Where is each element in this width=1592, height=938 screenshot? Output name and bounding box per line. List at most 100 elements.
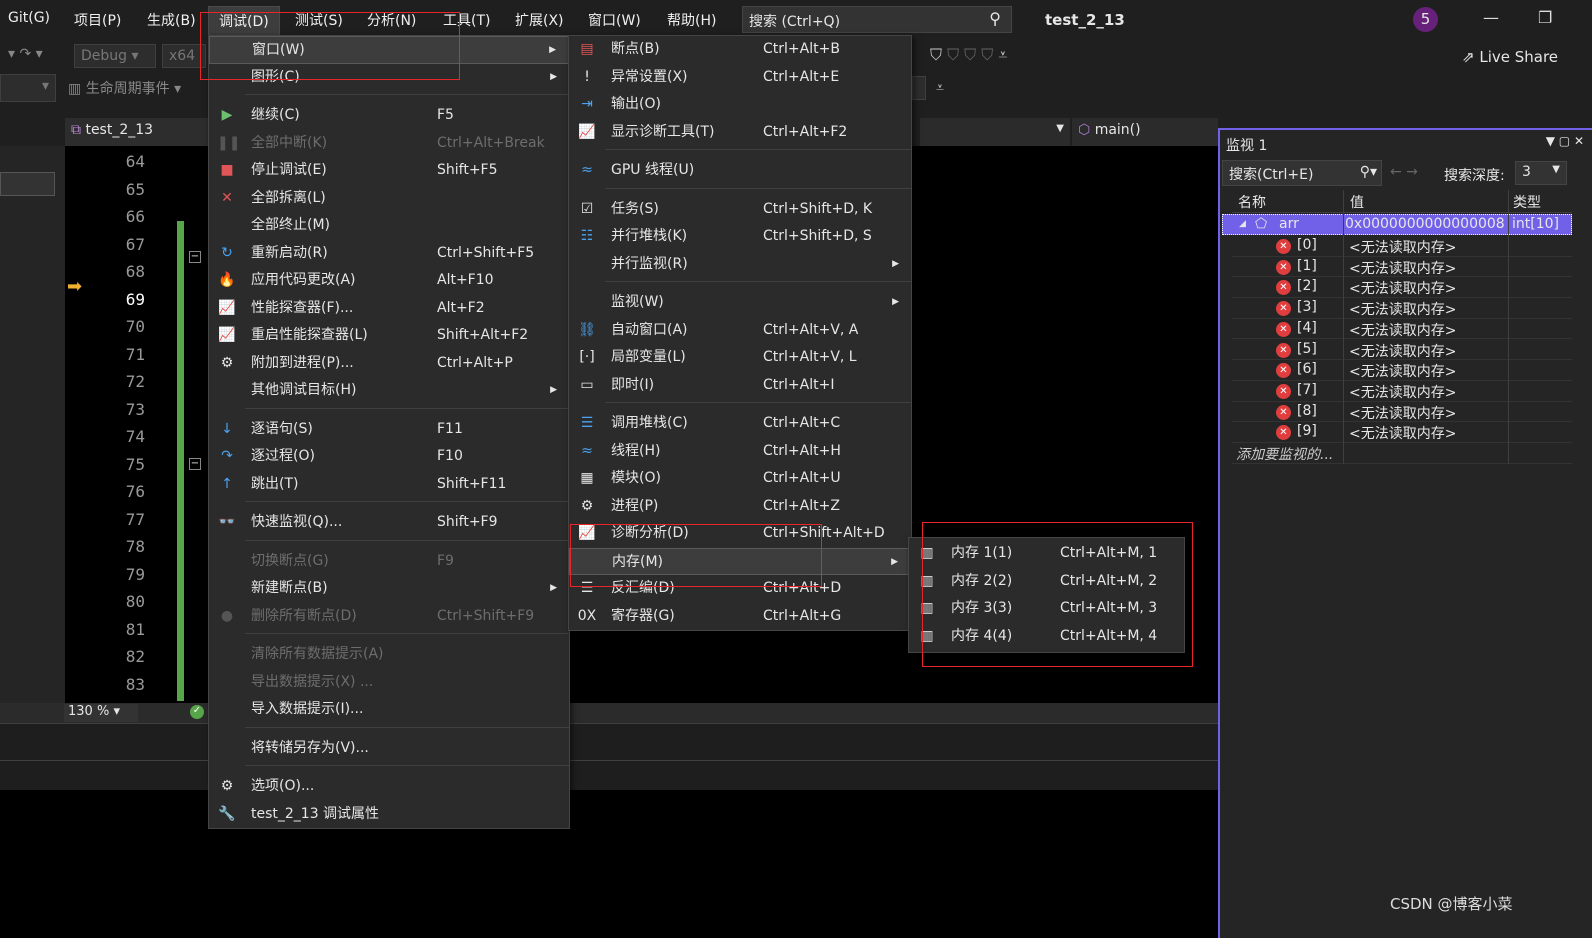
zoom-dropdown[interactable]: 130 % ▾ — [64, 704, 138, 722]
menu-extensions[interactable]: 扩展(X) — [515, 10, 564, 30]
menu-item[interactable]: ▶ 继续(C) F5 — [209, 102, 569, 130]
watch-row-arr[interactable]: ◢ ⬠ arr 0x0000000000000008 {... int[10] — [1222, 214, 1572, 235]
menu-help[interactable]: 帮助(H) — [667, 10, 716, 30]
menu-item[interactable]: 并行监视(R) ▶ — [569, 251, 911, 279]
menu-item[interactable]: 📈 重启性能探查器(L) Shift+Alt+F2 — [209, 322, 569, 350]
menu-item[interactable]: 🔥 应用代码更改(A) Alt+F10 — [209, 267, 569, 295]
menu-item[interactable]: ■ 停止调试(E) Shift+F5 — [209, 157, 569, 185]
menu-item[interactable]: 图形(C) ▶ — [209, 64, 569, 92]
menu-analyze[interactable]: 分析(N) — [367, 10, 416, 30]
menu-build[interactable]: 生成(B) — [147, 10, 196, 30]
menu-item[interactable]: ↓ 逐语句(S) F11 — [209, 416, 569, 444]
bookmark-icons[interactable]: ⛉ ⛉ ⛉ ⛉ ⩡ — [930, 45, 1007, 65]
menu-item[interactable]: ☰ 调用堆栈(C) Ctrl+Alt+C — [569, 410, 911, 438]
menu-item[interactable]: 导入数据提示(I)... — [209, 696, 569, 724]
watch-row[interactable]: ✕ [1] <无法读取内存> — [1232, 257, 1572, 278]
left-input[interactable] — [0, 172, 55, 196]
minimize-button[interactable]: — — [1483, 8, 1499, 27]
live-share-button[interactable]: ⇗ Live Share — [1462, 48, 1558, 66]
menu-item[interactable]: ↑ 跳出(T) Shift+F11 — [209, 471, 569, 499]
platform-dropdown[interactable]: x64 — [162, 44, 206, 68]
scope-selector[interactable]: ▼ — [920, 118, 1070, 146]
notification-badge[interactable]: 5 — [1413, 7, 1438, 32]
menu-item[interactable]: ▦ 模块(O) Ctrl+Alt+U — [569, 465, 911, 493]
thread-dropdown[interactable] — [912, 76, 926, 100]
menu-item[interactable]: ⚙ 选项(O)... — [209, 773, 569, 801]
menu-item[interactable]: 👓 快速监视(Q)... Shift+F9 — [209, 509, 569, 537]
tab-test-2-13[interactable]: ⧉ test_2_13 — [65, 118, 211, 146]
watch-row[interactable]: ✕ [7] <无法读取内存> — [1232, 381, 1572, 402]
nav-arrows-icon[interactable]: ← → — [1390, 164, 1418, 180]
collapse-icon[interactable]: − — [189, 251, 201, 263]
menu-item[interactable]: ↻ 重新启动(R) Ctrl+Shift+F5 — [209, 240, 569, 268]
col-type[interactable]: 类型 — [1509, 192, 1569, 212]
lifecycle-events[interactable]: ▥ 生命周期事件 ▾ — [68, 78, 181, 98]
search-box[interactable]: 搜索 (Ctrl+Q) ⚲ — [742, 6, 1012, 33]
watch-row[interactable]: ✕ [2] <无法读取内存> — [1232, 277, 1572, 299]
function-selector[interactable]: ⬡ main() — [1072, 118, 1218, 146]
menu-item[interactable]: ▥ 内存 1(1) Ctrl+Alt+M, 1 — [909, 540, 1184, 568]
menu-item[interactable]: ● 删除所有断点(D) Ctrl+Shift+F9 — [209, 603, 569, 631]
menu-item[interactable]: [·] 局部变量(L) Ctrl+Alt+V, L — [569, 344, 911, 372]
menu-item[interactable]: ▭ 即时(I) Ctrl+Alt+I — [569, 372, 911, 400]
col-value[interactable]: 值 — [1344, 192, 1507, 212]
menu-item[interactable]: ≈ 线程(H) Ctrl+Alt+H — [569, 438, 911, 466]
menu-item[interactable]: 📈 显示诊断工具(T) Ctrl+Alt+F2 — [569, 119, 911, 147]
menu-item[interactable]: 清除所有数据提示(A) — [209, 641, 569, 669]
restore-button[interactable]: ❐ — [1538, 8, 1552, 27]
menu-item[interactable]: 0X 寄存器(G) Ctrl+Alt+G — [569, 603, 911, 631]
watch-row[interactable]: ✕ [9] <无法读取内存> — [1232, 422, 1572, 443]
depth-dropdown[interactable]: 3 ▼ — [1515, 161, 1567, 185]
scope-dropdown[interactable]: ▾ — [0, 74, 56, 102]
menu-item[interactable]: ❚❚ 全部中断(K) Ctrl+Alt+Break — [209, 130, 569, 158]
menu-item[interactable]: ↷ 逐过程(O) F10 — [209, 443, 569, 471]
menu-item[interactable]: ▥ 内存 2(2) Ctrl+Alt+M, 2 — [909, 568, 1184, 596]
collapse-icon[interactable]: ◢ — [1239, 219, 1246, 229]
menu-item[interactable]: 将转储另存为(V)... — [209, 735, 569, 763]
menu-item[interactable]: ⇥ 输出(O) — [569, 91, 911, 119]
watch-row[interactable]: ✕ [4] <无法读取内存> — [1232, 319, 1572, 340]
menu-item[interactable]: ▥ 内存 3(3) Ctrl+Alt+M, 3 — [909, 595, 1184, 623]
menu-project[interactable]: 项目(P) — [74, 10, 121, 30]
menu-item[interactable]: ⚙ 附加到进程(P)... Ctrl+Alt+P — [209, 350, 569, 378]
menu-window[interactable]: 窗口(W) — [588, 10, 641, 30]
overflow-icon[interactable]: ⩡ — [936, 80, 944, 96]
menu-item[interactable]: 其他调试目标(H) ▶ — [209, 377, 569, 405]
menu-tools[interactable]: 工具(T) — [443, 10, 490, 30]
menu-item[interactable]: ▥ 内存 4(4) Ctrl+Alt+M, 4 — [909, 623, 1184, 651]
menu-item[interactable]: ! 异常设置(X) Ctrl+Alt+E — [569, 64, 911, 92]
watch-row[interactable]: ✕ [5] <无法读取内存> — [1232, 340, 1572, 361]
panel-controls-icon[interactable]: ▼ ▢ ✕ — [1546, 134, 1584, 148]
watch-row[interactable]: ✕ [3] <无法读取内存> — [1232, 298, 1572, 319]
menu-item[interactable]: 切换断点(G) F9 — [209, 548, 569, 576]
watch-row[interactable]: ✕ [0] <无法读取内存> — [1232, 236, 1572, 257]
redo-icon[interactable]: ▾ ↷ ▾ — [8, 46, 43, 62]
menu-item[interactable]: 🔧 test_2_13 调试属性 — [209, 801, 569, 829]
menu-test[interactable]: 测试(S) — [295, 10, 343, 30]
menu-item[interactable]: ☰ 反汇编(D) Ctrl+Alt+D — [569, 575, 911, 603]
menu-item[interactable]: 窗口(W) ▶ — [209, 36, 569, 64]
add-watch-row[interactable]: 添加要监视的... — [1232, 443, 1572, 464]
menu-item[interactable]: 📈 性能探查器(F)... Alt+F2 — [209, 295, 569, 323]
menu-item[interactable]: 导出数据提示(X) ... — [209, 669, 569, 697]
menu-git[interactable]: Git(G) — [8, 10, 50, 26]
menu-item[interactable]: ✕ 全部拆离(L) — [209, 185, 569, 213]
config-dropdown[interactable]: Debug ▾ — [74, 44, 156, 68]
menu-item[interactable]: 内存(M) ▶ — [569, 547, 911, 575]
menu-item[interactable]: 监视(W) ▶ — [569, 289, 911, 317]
menu-item[interactable]: 全部终止(M) — [209, 212, 569, 240]
menu-item[interactable]: ⛓ 自动窗口(A) Ctrl+Alt+V, A — [569, 317, 911, 345]
menu-item[interactable]: ☷ 并行堆栈(K) Ctrl+Shift+D, S — [569, 223, 911, 251]
watch-row[interactable]: ✕ [6] <无法读取内存> — [1232, 360, 1572, 381]
watch-search[interactable]: 搜索(Ctrl+E) ⚲▾ — [1222, 160, 1382, 186]
collapse-icon[interactable]: − — [189, 458, 201, 470]
menu-item[interactable]: 新建断点(B) ▶ — [209, 575, 569, 603]
menu-item[interactable]: ☑ 任务(S) Ctrl+Shift+D, K — [569, 196, 911, 224]
menu-item[interactable]: ≈ GPU 线程(U) — [569, 157, 911, 185]
watch-row[interactable]: ✕ [8] <无法读取内存> — [1232, 402, 1572, 423]
no-issues-icon[interactable]: ✓ — [190, 705, 204, 719]
menu-item[interactable]: ▤ 断点(B) Ctrl+Alt+B — [569, 36, 911, 64]
col-name[interactable]: 名称 — [1232, 192, 1342, 212]
menu-item[interactable]: 📈 诊断分析(D) Ctrl+Shift+Alt+D — [569, 520, 911, 548]
menu-item[interactable]: ⚙ 进程(P) Ctrl+Alt+Z — [569, 493, 911, 521]
